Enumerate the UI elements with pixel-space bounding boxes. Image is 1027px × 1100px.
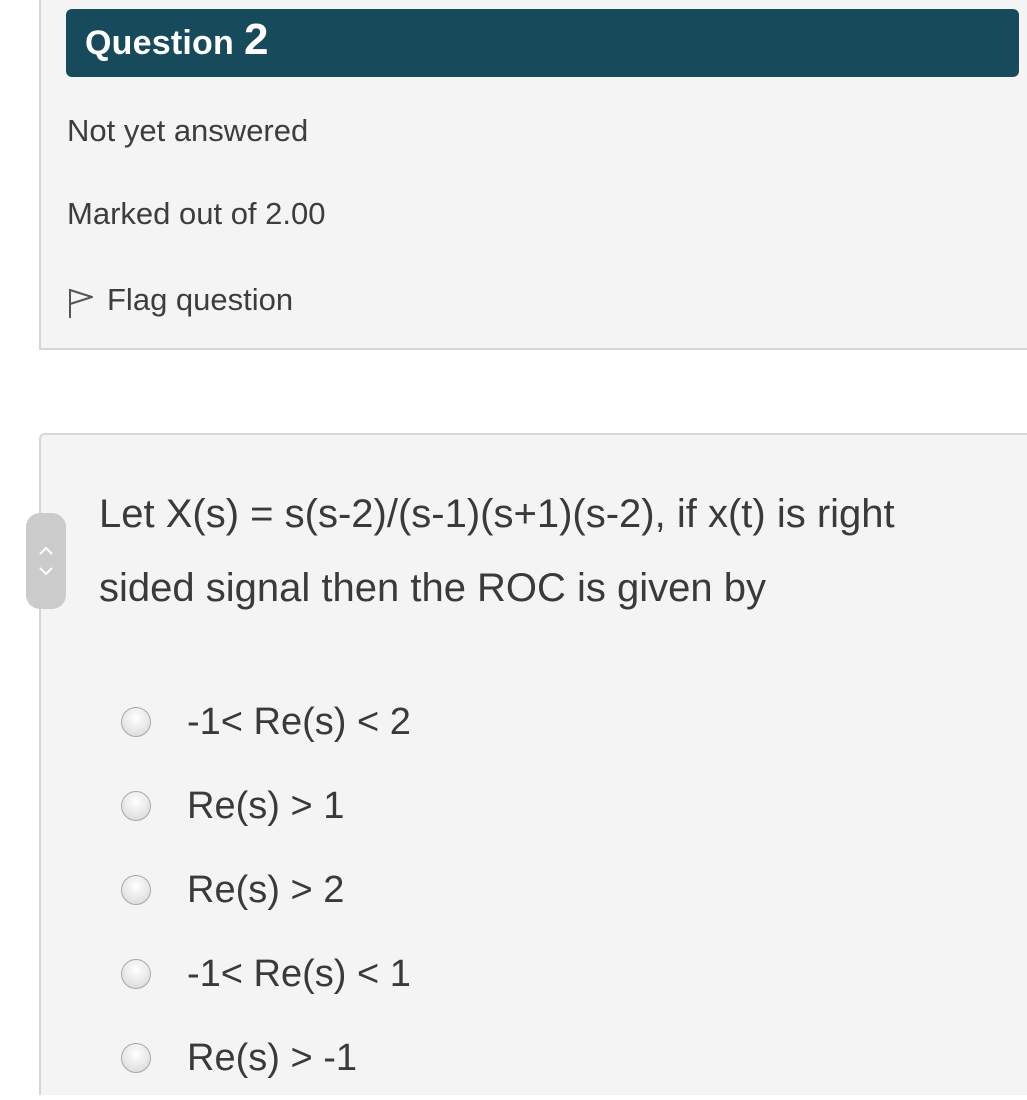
answer-option[interactable]: Re(s) > 2 bbox=[121, 848, 411, 932]
flag-question-label: Flag question bbox=[107, 282, 294, 317]
scroll-down-button[interactable] bbox=[34, 561, 58, 581]
answer-radio[interactable] bbox=[121, 875, 151, 905]
question-status: Not yet answered bbox=[67, 113, 309, 148]
chevron-up-icon bbox=[39, 546, 53, 555]
question-number: 2 bbox=[243, 15, 269, 64]
question-header: Question 2 bbox=[66, 9, 1019, 77]
answer-radio[interactable] bbox=[121, 1043, 151, 1073]
answer-label: Re(s) > 2 bbox=[187, 868, 345, 911]
scroll-up-button[interactable] bbox=[34, 541, 58, 561]
question-info-panel: Question 2 Not yet answered Marked out o… bbox=[39, 0, 1027, 350]
question-label: Question bbox=[85, 23, 234, 62]
answer-label: Re(s) > -1 bbox=[187, 1036, 357, 1079]
flag-outline-icon bbox=[69, 289, 93, 318]
answer-label: Re(s) > 1 bbox=[187, 784, 345, 827]
question-marks: Marked out of 2.00 bbox=[67, 196, 326, 231]
answer-list: -1< Re(s) < 2 Re(s) > 1 Re(s) > 2 -1< Re… bbox=[121, 680, 411, 1100]
flag-question-link[interactable]: Flag question bbox=[67, 281, 293, 319]
page-scroll-control bbox=[26, 513, 66, 609]
chevron-down-icon bbox=[39, 567, 53, 576]
answer-radio[interactable] bbox=[121, 791, 151, 821]
answer-option[interactable]: Re(s) > 1 bbox=[121, 764, 411, 848]
question-text: Let X(s) = s(s-2)/(s-1)(s+1)(s-2), if x(… bbox=[99, 492, 895, 610]
answer-option[interactable]: -1< Re(s) < 1 bbox=[121, 932, 411, 1016]
answer-radio[interactable] bbox=[121, 707, 151, 737]
answer-label: -1< Re(s) < 1 bbox=[187, 952, 411, 995]
answer-label: -1< Re(s) < 2 bbox=[187, 700, 411, 743]
answer-radio[interactable] bbox=[121, 959, 151, 989]
question-content-panel: Let X(s) = s(s-2)/(s-1)(s+1)(s-2), if x(… bbox=[39, 433, 1027, 1095]
answer-option[interactable]: Re(s) > -1 bbox=[121, 1016, 411, 1100]
answer-option[interactable]: -1< Re(s) < 2 bbox=[121, 680, 411, 764]
